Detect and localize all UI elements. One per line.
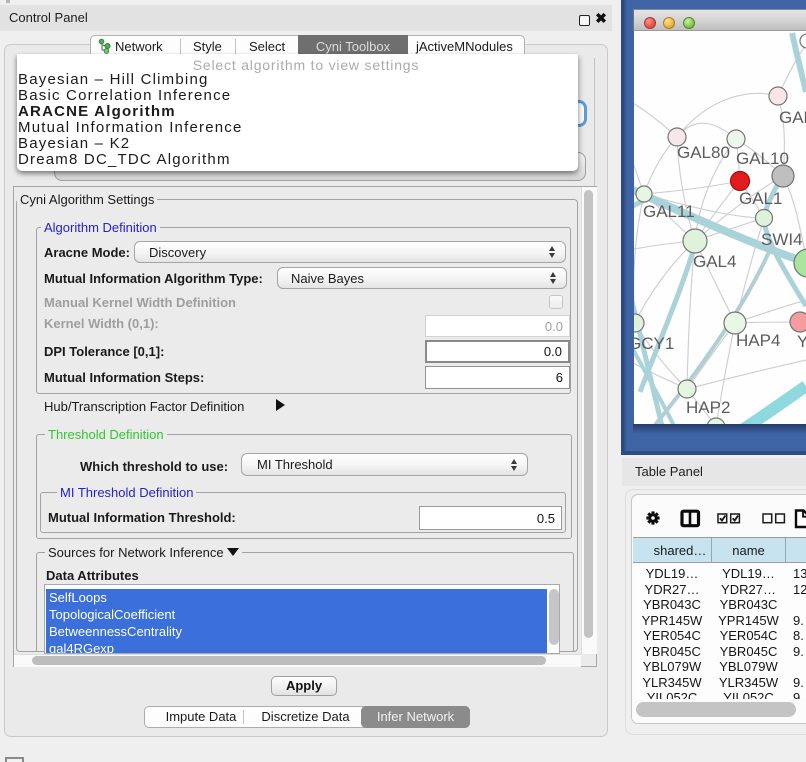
svg-text:GAL4: GAL4: [693, 252, 736, 271]
svg-text:GAL10: GAL10: [736, 149, 789, 168]
svg-text:GAL80: GAL80: [677, 143, 730, 162]
svg-text:GAL11: GAL11: [643, 202, 695, 221]
svg-text:HAP4: HAP4: [736, 331, 780, 350]
svg-text:YM: YM: [797, 332, 806, 351]
svg-text:GAL1: GAL1: [739, 189, 782, 208]
svg-text:SWI4: SWI4: [761, 230, 803, 249]
svg-text:GCY1: GCY1: [634, 334, 674, 353]
svg-text:GAL7: GAL7: [779, 108, 806, 127]
svg-text:HAP2: HAP2: [686, 398, 730, 417]
